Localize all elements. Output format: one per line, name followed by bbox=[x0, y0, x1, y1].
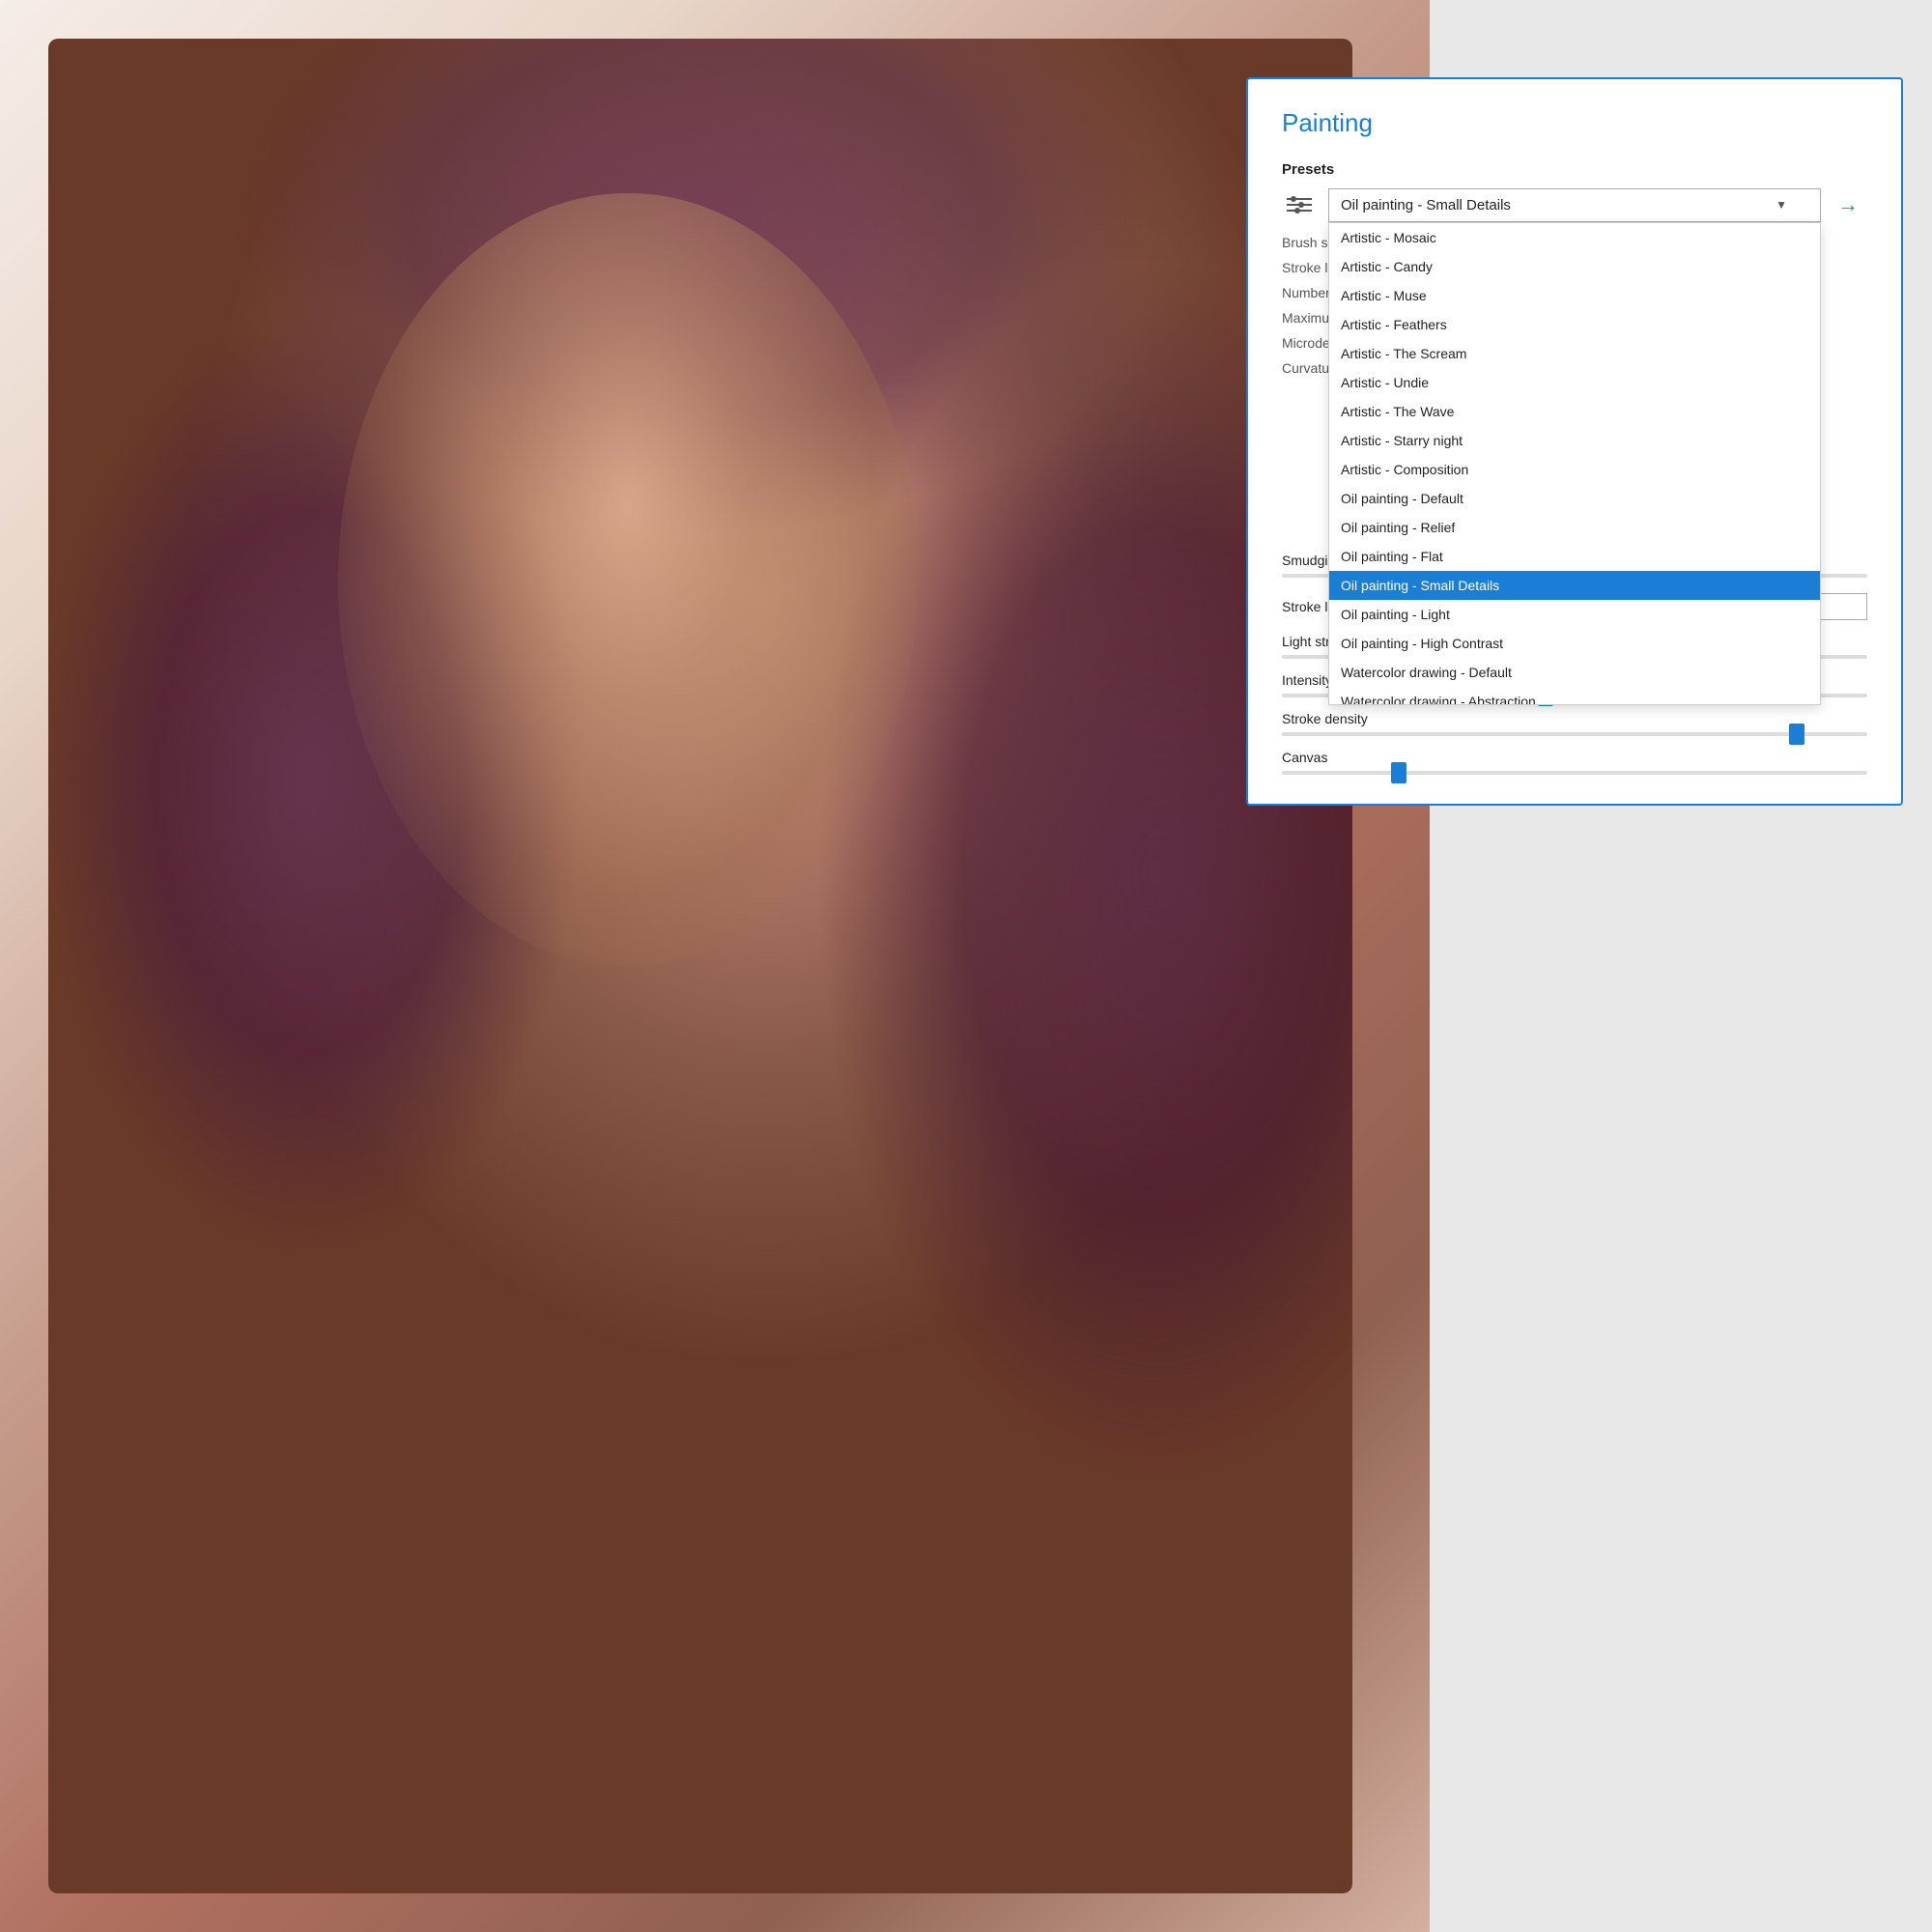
panel-title: Painting bbox=[1282, 108, 1867, 138]
dropdown-item[interactable]: Artistic - Feathers bbox=[1329, 310, 1820, 339]
preset-selected-label: Oil painting - Small Details bbox=[1341, 197, 1511, 213]
arrow-right-icon bbox=[1837, 196, 1862, 213]
presets-row: Oil painting - Small Details ▼ Artistic … bbox=[1282, 187, 1867, 222]
canvas-label: Canvas bbox=[1282, 750, 1867, 765]
arrow-icon-button[interactable] bbox=[1833, 187, 1867, 222]
stroke-density-label: Stroke density bbox=[1282, 711, 1867, 726]
preset-dropdown-wrapper: Oil painting - Small Details ▼ Artistic … bbox=[1328, 188, 1821, 222]
sliders-icon bbox=[1287, 198, 1312, 212]
dropdown-item[interactable]: Oil painting - Light bbox=[1329, 600, 1820, 629]
dropdown-item[interactable]: Artistic - The Scream bbox=[1329, 339, 1820, 368]
stroke-density-slider[interactable] bbox=[1282, 732, 1867, 736]
stroke-density-slider-row bbox=[1282, 732, 1867, 736]
dropdown-item[interactable]: Oil painting - Small Details bbox=[1329, 571, 1820, 600]
dropdown-item[interactable]: Watercolor drawing - Abstraction bbox=[1329, 687, 1820, 705]
face-highlight bbox=[338, 193, 918, 966]
dropdown-item[interactable]: Oil painting - Default bbox=[1329, 484, 1820, 513]
dropdown-item[interactable]: Oil painting - Flat bbox=[1329, 542, 1820, 571]
preset-selected-display[interactable]: Oil painting - Small Details ▼ bbox=[1328, 188, 1821, 222]
dropdown-item[interactable]: Artistic - Starry night bbox=[1329, 426, 1820, 455]
painting-panel: Painting Presets Oil painting - Small De… bbox=[1246, 77, 1903, 806]
dropdown-item[interactable]: Oil painting - Relief bbox=[1329, 513, 1820, 542]
chevron-down-icon: ▼ bbox=[1776, 198, 1787, 212]
stroke-density-section: Stroke density bbox=[1282, 711, 1867, 736]
dropdown-item[interactable]: Artistic - Mosaic bbox=[1329, 223, 1820, 252]
dropdown-item[interactable]: Artistic - Candy bbox=[1329, 252, 1820, 281]
canvas-slider[interactable] bbox=[1282, 771, 1867, 775]
dropdown-item[interactable]: Artistic - The Wave bbox=[1329, 397, 1820, 426]
portrait-background bbox=[0, 0, 1430, 1932]
stroke-density-thumb[interactable] bbox=[1789, 724, 1804, 745]
dropdown-item[interactable]: Artistic - Undie bbox=[1329, 368, 1820, 397]
dropdown-item[interactable]: Watercolor drawing - Default bbox=[1329, 658, 1820, 687]
canvas-slider-row bbox=[1282, 771, 1867, 775]
sliders-icon-button[interactable] bbox=[1282, 187, 1317, 222]
canvas-thumb[interactable] bbox=[1391, 762, 1406, 783]
preset-dropdown-list: Artistic - MosaicArtistic - CandyArtisti… bbox=[1328, 222, 1821, 705]
canvas-section: Canvas bbox=[1282, 750, 1867, 775]
dropdown-item[interactable]: Oil painting - High Contrast bbox=[1329, 629, 1820, 658]
presets-label: Presets bbox=[1282, 161, 1867, 178]
dropdown-item[interactable]: Artistic - Muse bbox=[1329, 281, 1820, 310]
dropdown-item[interactable]: Artistic - Composition bbox=[1329, 455, 1820, 484]
